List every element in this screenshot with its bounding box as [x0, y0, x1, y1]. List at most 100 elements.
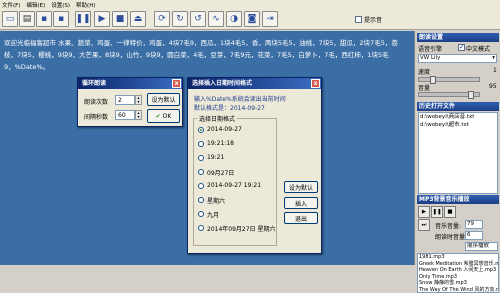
- play-icon[interactable]: ▶: [94, 11, 110, 27]
- menu-bar: 文件(F) 编辑(E) 设置(S) 帮助(H): [0, 0, 500, 9]
- speed-label: 速度: [418, 67, 430, 76]
- cycle-icon[interactable]: ◑: [226, 11, 242, 27]
- mp3-header: MP3背景音乐播放: [417, 195, 499, 204]
- close-icon[interactable]: x: [172, 79, 181, 88]
- history-list[interactable]: d:\wobeyi\商店音.txt d:\wobeyi\超市.txt: [418, 112, 498, 194]
- read-volume-label: 朗读时音量:: [435, 232, 467, 241]
- date-group-caption: 选择日期格式: [197, 114, 237, 123]
- read-count-spinner[interactable]: ▴▾: [135, 95, 142, 105]
- date-option-radio[interactable]: [198, 127, 204, 133]
- date-option-label[interactable]: 19:21: [207, 154, 224, 161]
- read-volume-input[interactable]: 6: [465, 231, 483, 240]
- close-icon[interactable]: x: [311, 79, 320, 88]
- date-set-default-button[interactable]: 设为默认: [284, 181, 318, 193]
- play-icon: ▶: [422, 209, 426, 215]
- loop-icon[interactable]: ⟳: [154, 11, 170, 27]
- date-option-label[interactable]: 19:21:18: [207, 140, 234, 147]
- date-format-dialog: 选择插入日期时间格式 x 输入%Date%系统会读出当前时间 默认格式是：201…: [187, 77, 322, 254]
- date-option-radio[interactable]: [198, 211, 204, 217]
- read-count-label: 朗读次数: [84, 97, 108, 106]
- play-order-value: 顺序播放: [467, 243, 489, 249]
- date-desc-line1: 输入%Date%系统会读出当前时间: [194, 94, 286, 103]
- read-count-input[interactable]: 2: [115, 95, 135, 105]
- right-panel: 朗读设置 语音引擎 中文模式 VW Lily ▾ 速度 1 音量 95 历史打开…: [414, 31, 500, 265]
- stop-icon[interactable]: ■: [112, 11, 128, 27]
- pause-icon[interactable]: ❚❚: [75, 11, 91, 27]
- refresh-icon[interactable]: ↺: [190, 11, 206, 27]
- playlist[interactable]: 1981.mp3 Greek Meditation 希腊冥想音乐.mp3 Hea…: [417, 253, 499, 293]
- loop-dialog-title: 循环朗读: [82, 80, 106, 87]
- open-folder-icon[interactable]: ▤: [19, 11, 35, 27]
- redo-icon[interactable]: ↻: [172, 11, 188, 27]
- save-all-icon[interactable]: ▪: [53, 11, 69, 27]
- pause-icon: ❚❚: [432, 209, 441, 215]
- interval-label: 间隔秒数: [84, 112, 108, 121]
- date-option-radio[interactable]: [198, 169, 204, 175]
- menu-edit[interactable]: 编辑(E): [26, 1, 45, 9]
- eject-icon[interactable]: ⏏: [130, 11, 146, 27]
- date-option-label[interactable]: 星期六: [207, 196, 225, 205]
- chinese-mode-checkbox[interactable]: [458, 44, 465, 51]
- play-order-select[interactable]: 顺序播放: [465, 242, 498, 251]
- voice-select[interactable]: VW Lily ▾: [418, 54, 497, 63]
- date-option-radio[interactable]: [198, 225, 204, 231]
- date-option-label[interactable]: 2014-09-27 19:21: [207, 182, 261, 189]
- tip-sound-checkbox[interactable]: 提示音: [355, 15, 382, 24]
- history-item[interactable]: d:\wobeyi\商店音.txt: [420, 113, 497, 121]
- loop-read-dialog: 循环朗读 x 朗读次数 2 ▴▾ 间隔秒数 60 ▴▾ 设为默认 ✔ OK: [77, 77, 183, 127]
- volume-value: 95: [489, 83, 497, 90]
- music-pause-button[interactable]: ❚❚: [431, 206, 443, 218]
- date-option-label[interactable]: 09月27日: [207, 168, 234, 177]
- date-option-label[interactable]: 2014年09月27日 星期六: [207, 224, 275, 233]
- volume-slider-knob[interactable]: [468, 91, 474, 99]
- loop-set-default-button[interactable]: 设为默认: [147, 93, 180, 106]
- speed-slider-knob[interactable]: [430, 76, 436, 84]
- chinese-mode-label: 中文模式: [466, 44, 490, 53]
- stop-icon: ■: [447, 209, 452, 215]
- speed-slider[interactable]: [418, 77, 480, 82]
- new-file-icon[interactable]: ▭: [2, 11, 18, 27]
- next-icon: ⏭: [422, 222, 427, 229]
- date-option-label[interactable]: 2014-09-27: [207, 126, 242, 133]
- toolbar: ▭ ▤ ▪ ▪ ❚❚ ▶ ■ ⏏ ⟳ ↻ ↺ ∿ ◑ ◙ ⇥ 提示音: [0, 9, 500, 30]
- music-stop-button[interactable]: ■: [444, 206, 456, 218]
- insert-button[interactable]: 插入: [284, 197, 318, 209]
- interval-input[interactable]: 60: [115, 110, 135, 120]
- playlist-item[interactable]: Heaven On Earth 人间天上.mp3: [419, 267, 498, 274]
- interval-spinner[interactable]: ▴▾: [135, 110, 142, 120]
- ok-label: OK: [163, 113, 172, 120]
- read-settings-header: 朗读设置: [417, 33, 499, 42]
- menu-settings[interactable]: 设置(S): [51, 1, 70, 9]
- date-option-radio[interactable]: [198, 183, 204, 189]
- checkmark-icon: ✔: [156, 113, 161, 120]
- wave-icon[interactable]: ∿: [208, 11, 224, 27]
- date-option-radio[interactable]: [198, 141, 204, 147]
- playlist-item[interactable]: The Way Of The Wind 风的方向.mp3: [419, 287, 498, 293]
- camera-icon[interactable]: ◙: [244, 11, 260, 27]
- tip-checkbox-label: 提示音: [364, 15, 382, 24]
- editor-text[interactable]: 欢迎光临福客超市 水果、蔬菜、鸡蛋、一律特价，鸡蛋，4块7毛9，西瓜，1块4毛5…: [4, 37, 410, 73]
- history-header: 历史打开文件: [417, 102, 499, 111]
- date-option-radio[interactable]: [198, 155, 204, 161]
- music-play-button[interactable]: ▶: [418, 206, 430, 218]
- date-option-radio[interactable]: [198, 197, 204, 203]
- music-volume-label: 音乐音量:: [435, 221, 461, 230]
- chevron-down-icon: ▾: [492, 55, 495, 62]
- music-next-button[interactable]: ⏭: [418, 219, 430, 231]
- volume-slider[interactable]: [418, 92, 480, 97]
- history-item[interactable]: d:\wobeyi\超市.txt: [420, 121, 497, 129]
- voice-select-value: VW Lily: [420, 55, 440, 61]
- date-option-label[interactable]: 九月: [207, 210, 219, 219]
- menu-file[interactable]: 文件(F): [2, 1, 20, 9]
- volume-label: 音量: [418, 83, 430, 92]
- exit-button[interactable]: 退出: [284, 212, 318, 224]
- speed-value: 1: [493, 67, 497, 74]
- music-volume-input[interactable]: 79: [465, 220, 483, 229]
- menu-help[interactable]: 帮助(H): [76, 1, 95, 9]
- save-icon[interactable]: ▪: [36, 11, 52, 27]
- exit-icon[interactable]: ⇥: [262, 11, 278, 27]
- tip-checkbox-box[interactable]: [355, 16, 362, 23]
- date-desc-line2: 默认格式是：2014-09-27: [194, 103, 265, 112]
- date-dialog-title: 选择插入日期时间格式: [192, 80, 252, 87]
- loop-ok-button[interactable]: ✔ OK: [147, 109, 180, 123]
